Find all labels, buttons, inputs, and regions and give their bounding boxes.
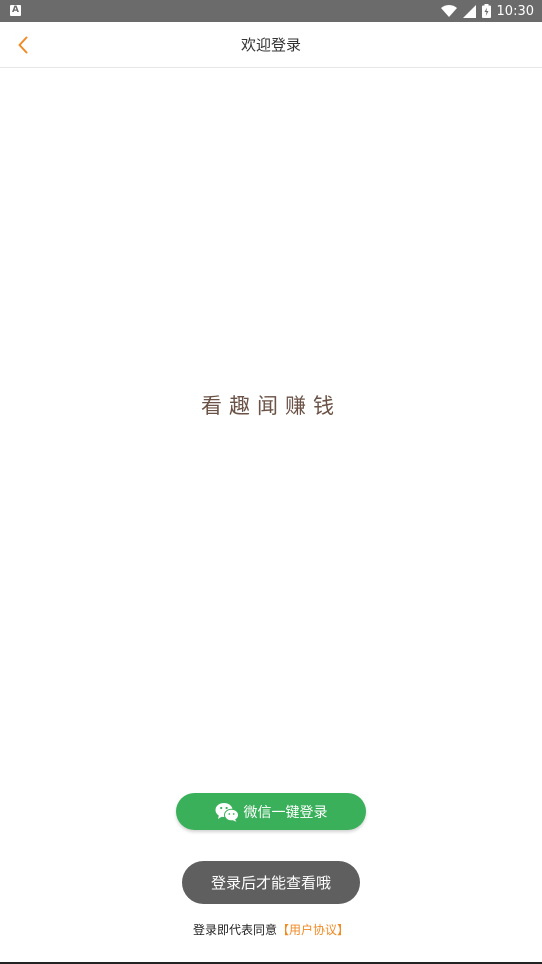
agreement-text: 登录即代表同意【用户协议】 bbox=[0, 921, 542, 938]
signal-icon bbox=[462, 4, 476, 18]
status-bar: A 10:30 bbox=[0, 0, 542, 22]
status-time: 10:30 bbox=[496, 3, 534, 19]
user-agreement-link[interactable]: 【用户协议】 bbox=[277, 923, 349, 937]
notification-icon-letter: A bbox=[12, 5, 19, 15]
toast-text: 登录后才能查看哦 bbox=[210, 874, 331, 892]
app-slogan: 看趣闻赚钱 bbox=[201, 394, 341, 418]
wechat-icon bbox=[215, 802, 239, 822]
battery-icon bbox=[481, 4, 491, 18]
header: 欢迎登录 bbox=[0, 22, 542, 68]
page-title: 欢迎登录 bbox=[240, 36, 301, 54]
notification-icon: A bbox=[10, 5, 21, 16]
toast-message: 登录后才能查看哦 bbox=[182, 861, 360, 904]
status-icons: 10:30 bbox=[440, 0, 534, 22]
wechat-login-label: 微信一键登录 bbox=[243, 804, 328, 821]
agreement-prefix: 登录即代表同意 bbox=[192, 923, 277, 937]
wifi-icon bbox=[440, 4, 457, 17]
wechat-login-button[interactable]: 微信一键登录 bbox=[176, 793, 366, 830]
